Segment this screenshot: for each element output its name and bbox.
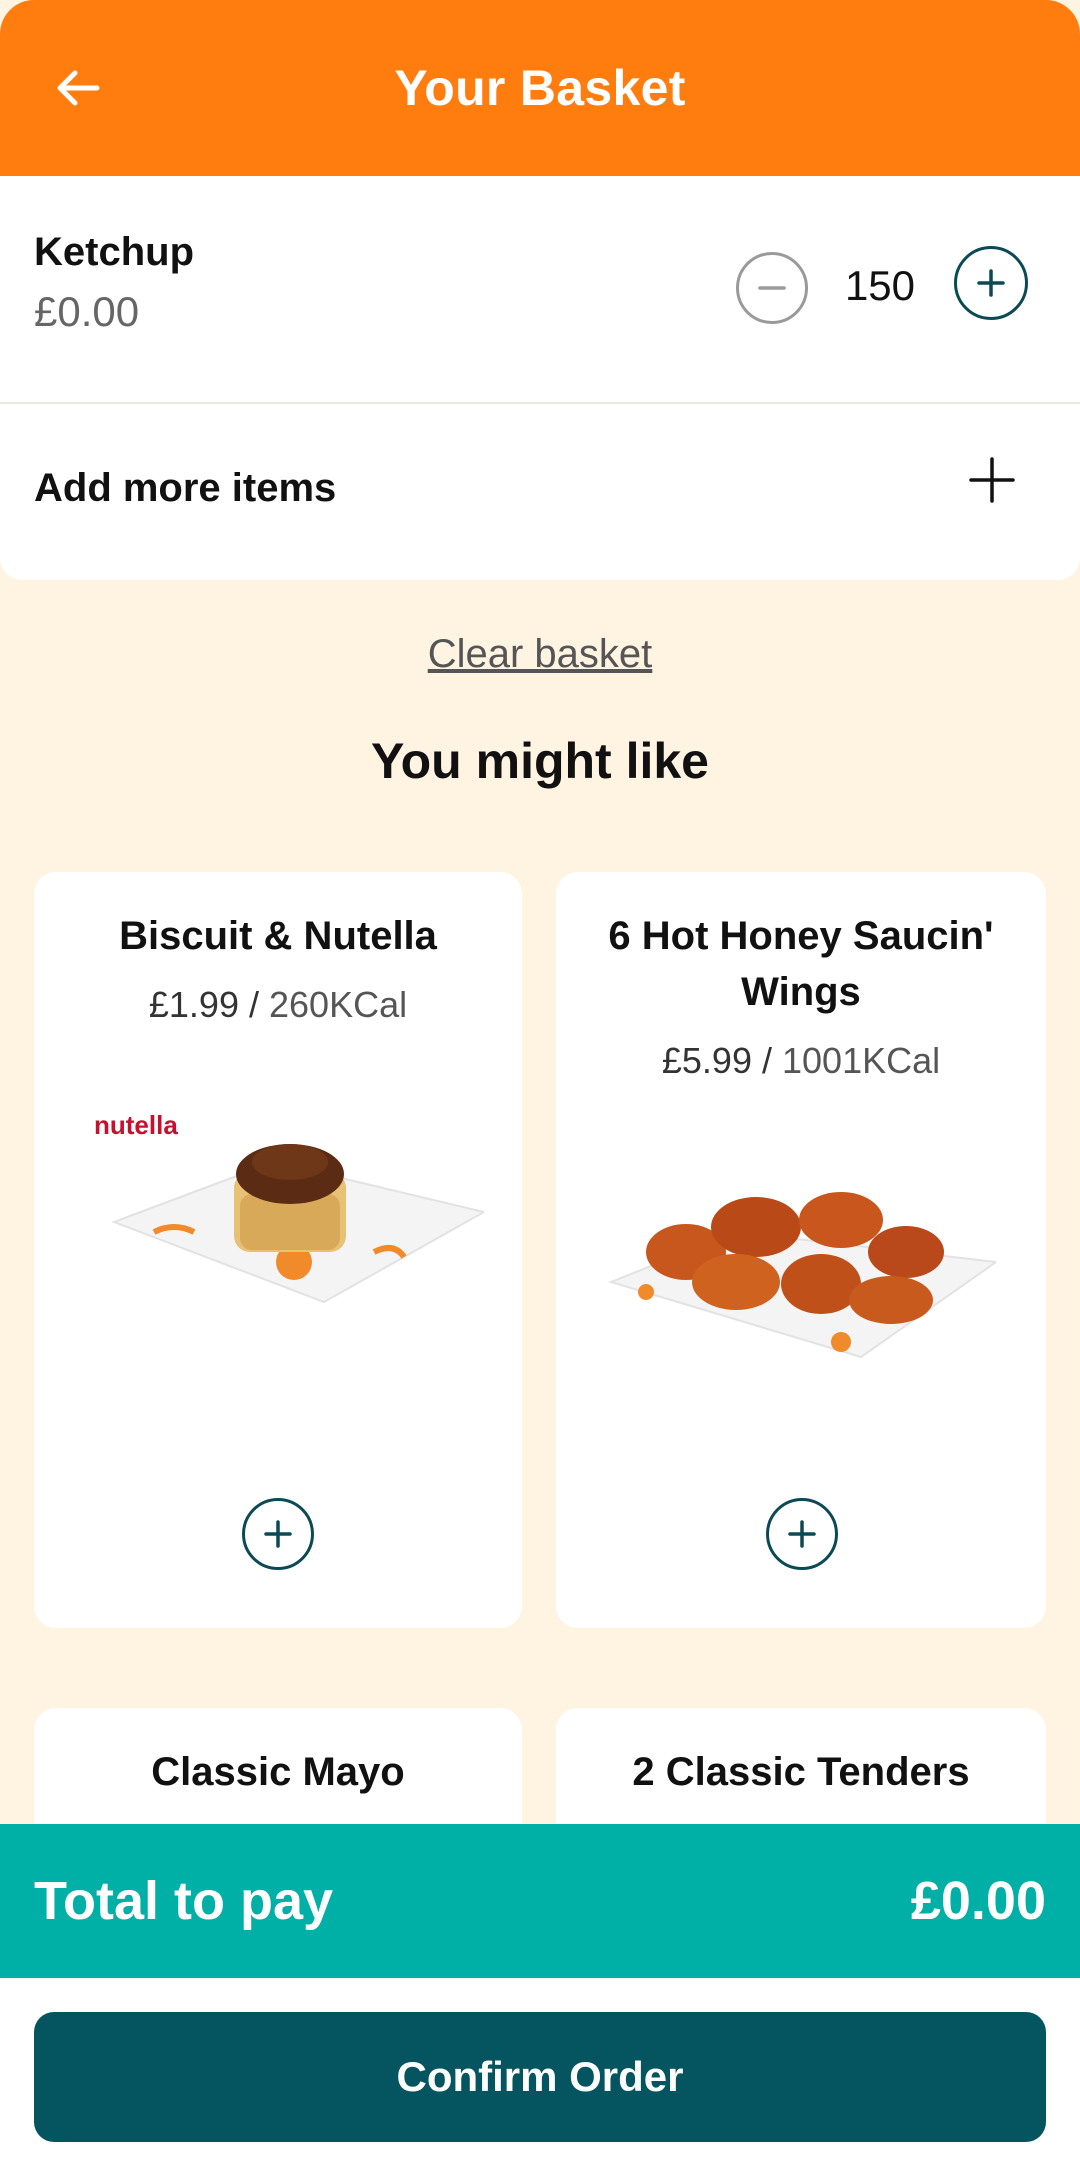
add-more-items-row[interactable]: Add more items [0,406,1080,580]
product-name: 6 Hot Honey Saucin' Wings [608,914,994,1014]
footer: Confirm Order [0,1978,1080,2180]
product-name: Classic Mayo [151,1750,405,1794]
back-button[interactable] [46,56,110,120]
basket-item-row: Ketchup £0.00 150 [0,176,1080,404]
basket-item-card: Ketchup £0.00 150 Add more items [0,176,1080,580]
arrow-left-icon [57,70,100,106]
add-product-button[interactable] [242,1498,314,1570]
total-bar: Total to pay £0.00 [0,1824,1080,1978]
item-name: Ketchup [34,230,194,274]
increase-quantity-button[interactable] [954,246,1028,320]
total-label: Total to pay [34,1871,334,1931]
product-card[interactable]: Biscuit & Nutella £1.99 / 260KCal nutell… [34,872,522,1628]
add-more-items-button[interactable] [962,450,1022,510]
add-product-button[interactable] [766,1498,838,1570]
page-title: Your Basket [394,60,686,116]
add-more-items-label: Add more items [34,466,337,510]
biscuit-nutella-image: nutella [94,1110,484,1304]
plus-icon [264,1520,292,1548]
quantity-value: 150 [844,262,916,309]
product-price: £5.99 [661,1040,752,1081]
decrease-quantity-button[interactable] [736,252,808,324]
product-kcal: 1001KCal [782,1040,941,1081]
item-price: £0.00 [34,288,140,335]
suggestions-title: You might like [371,733,709,789]
plus-icon [788,1520,816,1548]
product-kcal: 260KCal [269,984,408,1025]
plus-icon [977,269,1005,297]
total-value: £0.00 [910,1871,1046,1931]
wings-image [607,1192,996,1359]
product-card[interactable]: 6 Hot Honey Saucin' Wings £5.99 / 1001KC… [556,872,1046,1628]
product-price-kcal: £1.99 / 260KCal [148,984,408,1025]
product-name: 2 Classic Tenders [632,1750,970,1794]
minus-icon [758,286,786,290]
product-name: Biscuit & Nutella [119,914,437,958]
basket-screen: Your Basket Ketchup £0.00 150 Add more i… [0,0,1080,2180]
header: Your Basket [0,0,1080,176]
nutella-logo: nutella [94,1110,178,1140]
plus-icon [969,457,1015,503]
confirm-order-button[interactable]: Confirm Order [34,2012,1046,2142]
product-price: £1.99 [148,984,239,1025]
product-price-kcal: £5.99 / 1001KCal [661,1040,941,1081]
clear-basket-link[interactable]: Clear basket [0,632,1080,677]
